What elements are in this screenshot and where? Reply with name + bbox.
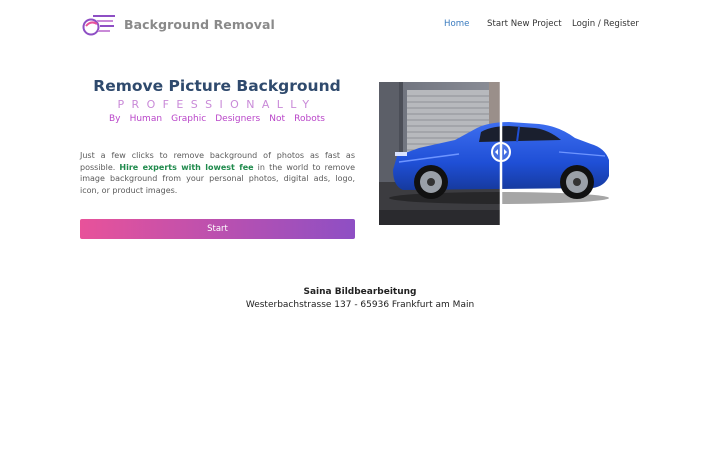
hero-title: Remove Picture Background <box>93 77 341 95</box>
site-header: Background Removal Home Start New Projec… <box>0 0 720 48</box>
nav-login-register[interactable]: Login / Register <box>572 19 639 29</box>
hero-tagline: By Human Graphic Designers Not Robots <box>109 114 325 124</box>
tagline-word: By <box>109 114 121 124</box>
nav-home[interactable]: Home <box>444 19 469 29</box>
tagline-word: Not <box>269 114 286 124</box>
start-button[interactable]: Start <box>80 219 355 239</box>
logo-icon[interactable] <box>80 12 116 38</box>
footer-address: Westerbachstrasse 137 - 65936 Frankfurt … <box>245 300 475 310</box>
slider-handle[interactable] <box>491 142 511 162</box>
description-highlight: Hire experts with lowest fee <box>119 162 254 172</box>
hero-subtitle: PROFESSIONALLY <box>117 98 317 111</box>
tagline-word: Robots <box>294 114 325 124</box>
nav-start-new-project[interactable]: Start New Project <box>487 19 562 29</box>
car-image <box>379 82 614 225</box>
brand-name[interactable]: Background Removal <box>124 17 275 32</box>
tagline-word: Human <box>129 114 163 124</box>
tagline-word: Graphic <box>171 114 207 124</box>
footer-company-name: Saina Bildbearbeitung <box>303 287 417 297</box>
tagline-word: Designers <box>215 114 261 124</box>
before-after-comparison[interactable] <box>379 82 614 225</box>
hero-description: Just a few clicks to remove background o… <box>80 150 355 196</box>
